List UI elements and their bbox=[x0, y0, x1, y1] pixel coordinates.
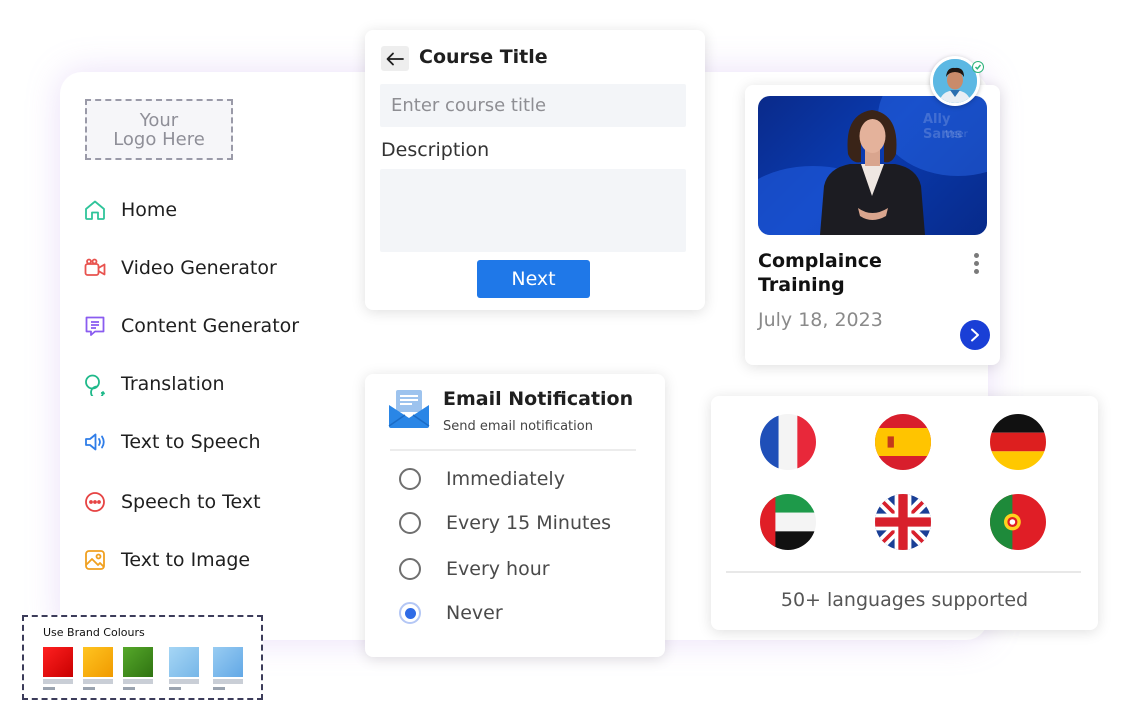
user-avatar-image bbox=[933, 59, 977, 103]
kebab-menu-icon[interactable] bbox=[969, 253, 983, 281]
video-camera-icon bbox=[82, 256, 107, 281]
home-icon bbox=[82, 198, 107, 223]
sidebar-item-label: Speech to Text bbox=[121, 491, 261, 513]
image-icon bbox=[82, 548, 107, 573]
chevron-right-icon bbox=[971, 328, 979, 342]
languages-supported-text: 50+ languages supported bbox=[780, 589, 1029, 611]
brand-swatch-green[interactable] bbox=[123, 647, 153, 677]
sidebar-item-label: Video Generator bbox=[121, 257, 277, 279]
radio-option-every-hour[interactable]: Every hour bbox=[399, 558, 550, 580]
sidebar-item-label: Text to Image bbox=[121, 549, 251, 571]
sidebar-item-translation[interactable]: Translation bbox=[82, 368, 342, 400]
radio-button[interactable] bbox=[399, 558, 421, 580]
course-title-input[interactable] bbox=[380, 84, 686, 127]
video-card: Ally Sams User Complaince Training July … bbox=[745, 85, 1000, 365]
course-title-heading: Course Title bbox=[419, 46, 548, 68]
email-notification-title: Email Notification bbox=[443, 388, 634, 410]
speaker-icon bbox=[82, 430, 107, 455]
radio-label: Every hour bbox=[446, 558, 550, 580]
spain-flag-icon[interactable] bbox=[875, 414, 931, 470]
brand-swatch-sky-blue[interactable] bbox=[213, 647, 243, 677]
brand-swatch-orange[interactable] bbox=[83, 647, 113, 677]
logo-line-1: Your bbox=[139, 109, 179, 131]
france-flag-icon[interactable] bbox=[760, 414, 816, 470]
portugal-flag-icon[interactable] bbox=[990, 494, 1046, 550]
back-button[interactable] bbox=[381, 46, 409, 71]
next-button[interactable]: Next bbox=[477, 260, 590, 298]
brand-colours-panel: Use Brand Colours bbox=[22, 615, 263, 700]
radio-label: Every 15 Minutes bbox=[446, 512, 612, 534]
sidebar-item-label: Home bbox=[121, 199, 178, 221]
description-label: Description bbox=[381, 139, 490, 161]
video-date: July 18, 2023 bbox=[758, 309, 883, 331]
brand-swatch-red[interactable] bbox=[43, 647, 73, 677]
course-form-card: Course Title Description Next bbox=[365, 30, 705, 310]
uae-flag-icon[interactable] bbox=[760, 494, 816, 550]
languages-card: 50+ languages supported bbox=[711, 396, 1098, 630]
radio-button-selected[interactable] bbox=[399, 602, 421, 624]
radio-button[interactable] bbox=[399, 468, 421, 490]
verified-check-icon bbox=[972, 61, 984, 73]
arrow-left-icon bbox=[386, 52, 404, 65]
chat-bubbles-icon bbox=[82, 372, 107, 397]
sidebar-item-video-generator[interactable]: Video Generator bbox=[82, 252, 342, 284]
sidebar-item-content-generator[interactable]: Content Generator bbox=[82, 310, 342, 342]
radio-option-immediately[interactable]: Immediately bbox=[399, 468, 565, 490]
envelope-icon bbox=[388, 390, 430, 428]
radio-option-every-15-minutes[interactable]: Every 15 Minutes bbox=[399, 512, 611, 534]
sidebar-item-text-to-image[interactable]: Text to Image bbox=[82, 544, 342, 576]
radio-option-never[interactable]: Never bbox=[399, 602, 503, 624]
logo-placeholder[interactable]: Your Logo Here bbox=[85, 99, 233, 160]
user-role-overlay: User bbox=[945, 129, 968, 140]
radio-label: Never bbox=[446, 602, 503, 624]
document-icon bbox=[82, 314, 107, 339]
sidebar-item-home[interactable]: Home bbox=[82, 194, 342, 226]
divider bbox=[390, 449, 636, 451]
germany-flag-icon[interactable] bbox=[990, 414, 1046, 470]
speech-bubble-icon bbox=[82, 490, 107, 515]
sidebar-item-speech-to-text[interactable]: Speech to Text bbox=[82, 486, 342, 518]
divider bbox=[726, 571, 1081, 573]
sidebar-item-label: Text to Speech bbox=[121, 431, 261, 453]
video-thumbnail[interactable]: Ally Sams User bbox=[758, 96, 987, 235]
sidebar-item-label: Translation bbox=[121, 373, 225, 395]
open-video-button[interactable] bbox=[960, 320, 990, 350]
email-notification-subtitle: Send email notification bbox=[443, 419, 593, 434]
sidebar-item-label: Content Generator bbox=[121, 315, 300, 337]
brand-colours-title: Use Brand Colours bbox=[43, 626, 145, 639]
brand-swatch-light-blue[interactable] bbox=[169, 647, 199, 677]
video-title: Complaince Training bbox=[758, 250, 882, 296]
radio-label: Immediately bbox=[446, 468, 565, 490]
logo-line-2: Logo Here bbox=[113, 128, 205, 150]
description-textarea[interactable] bbox=[380, 169, 686, 252]
radio-button[interactable] bbox=[399, 512, 421, 534]
uk-flag-icon[interactable] bbox=[875, 494, 931, 550]
sidebar-item-text-to-speech[interactable]: Text to Speech bbox=[82, 426, 342, 458]
email-notification-card: Email Notification Send email notificati… bbox=[365, 374, 665, 657]
